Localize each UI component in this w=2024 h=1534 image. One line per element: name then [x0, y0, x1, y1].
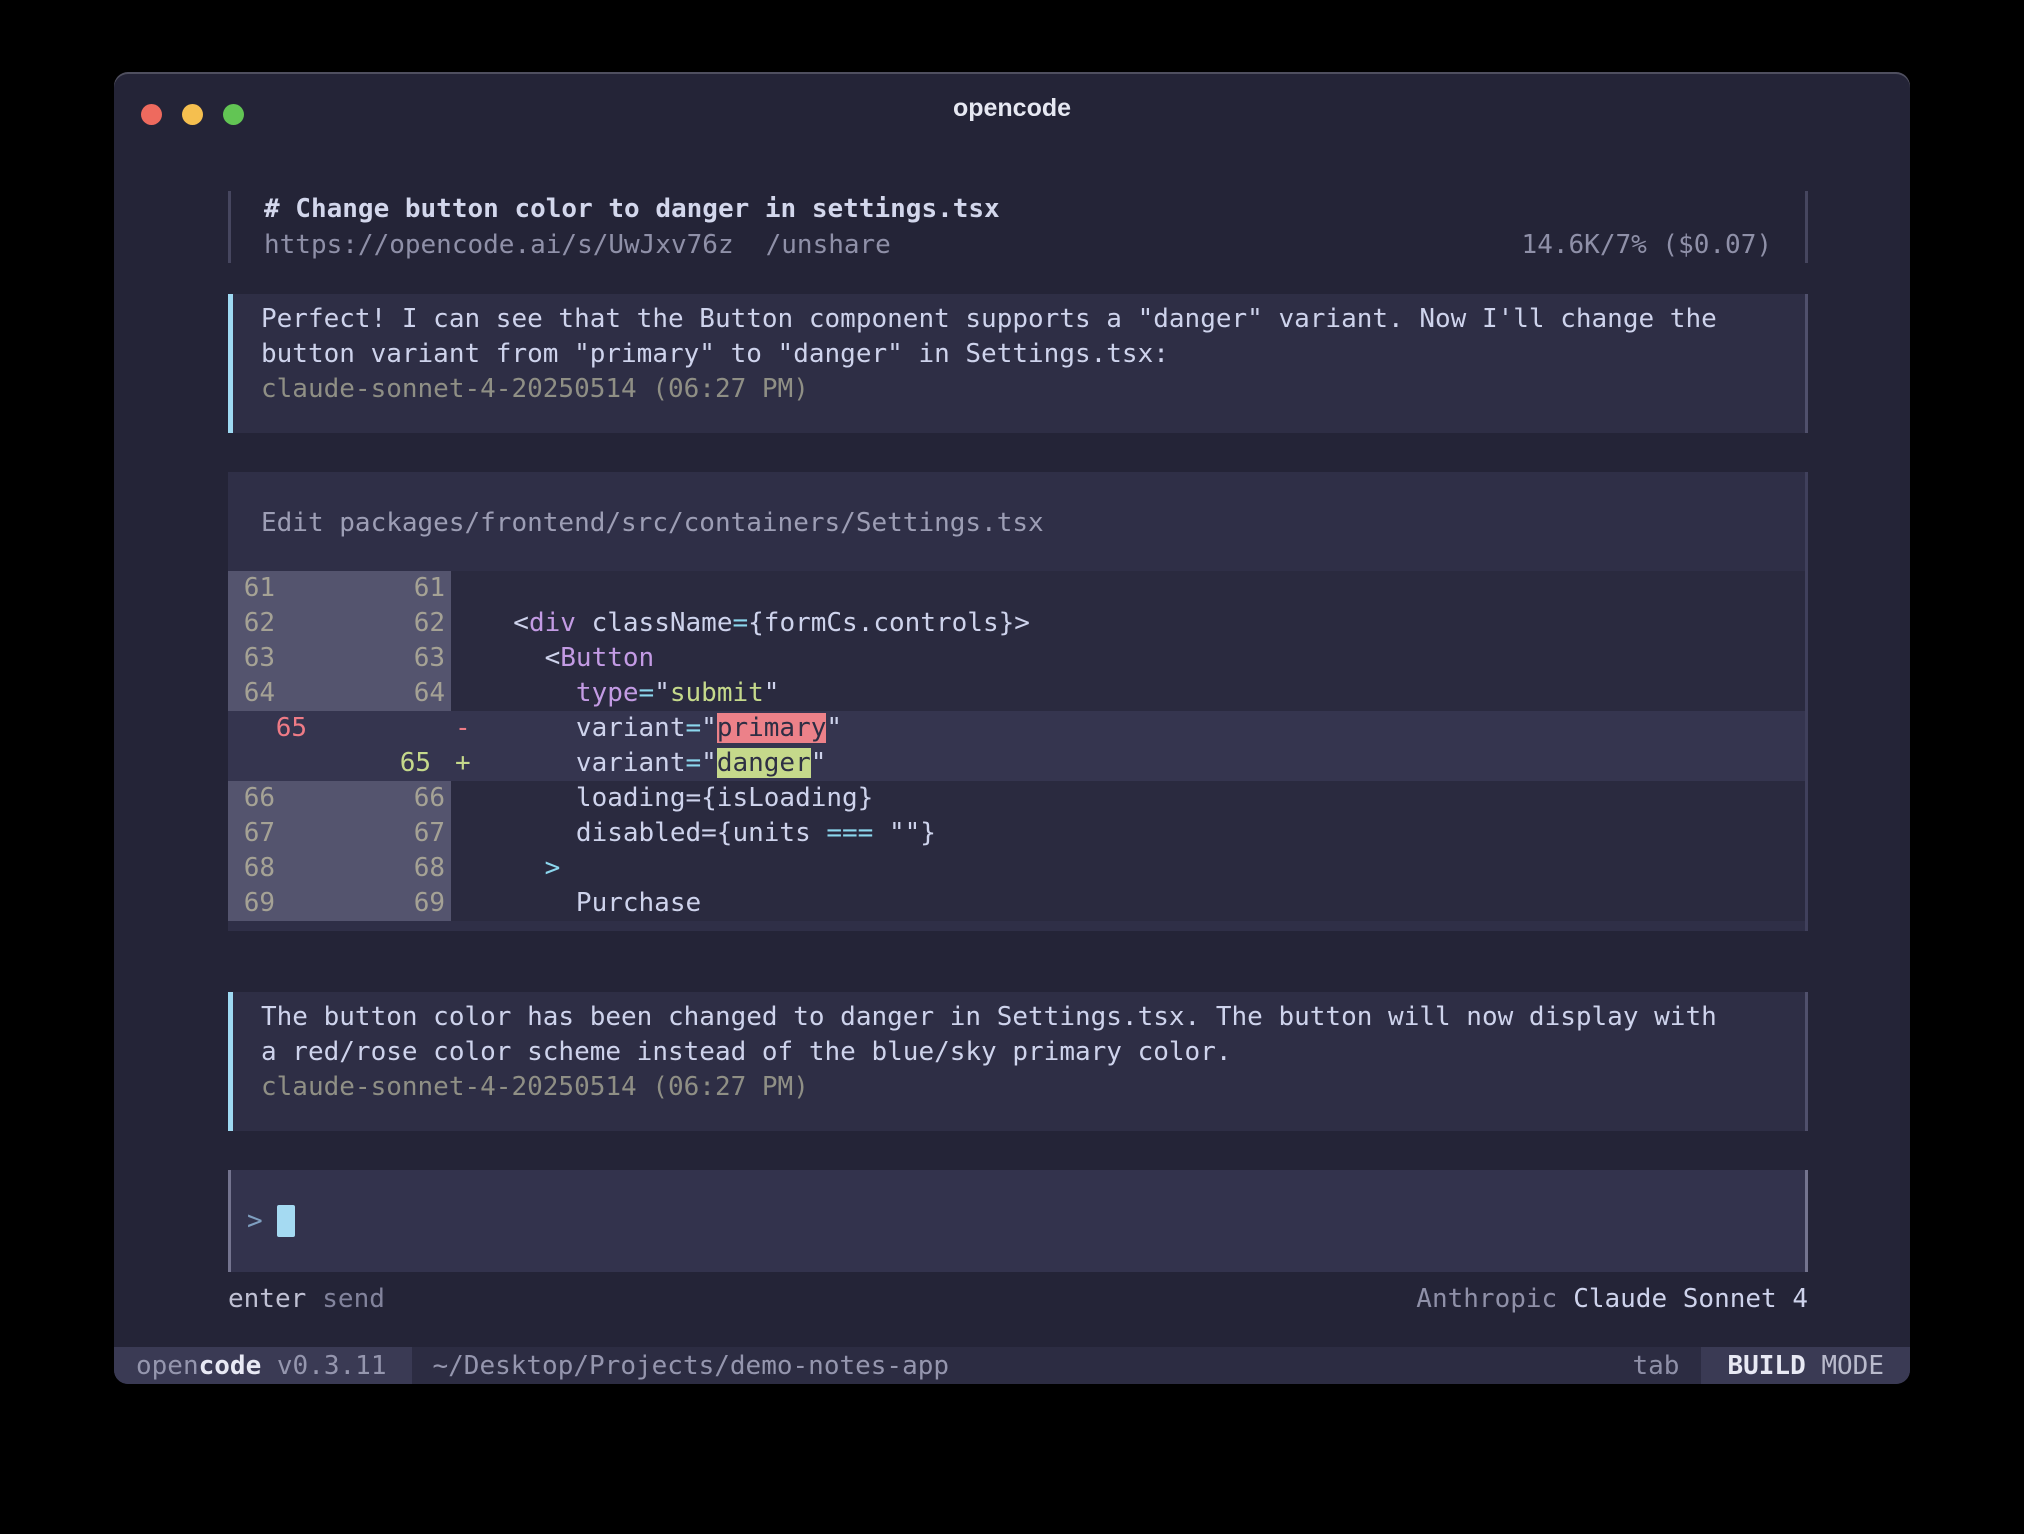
message-line: a red/rose color scheme instead of the b… [261, 1035, 1777, 1070]
diff-marker [451, 676, 482, 711]
app-version: v0.3.11 [261, 1351, 386, 1381]
new-line-number: 62 [275, 606, 451, 641]
message-line: Perfect! I can see that the Button compo… [261, 302, 1777, 337]
code-line: Purchase [482, 886, 1805, 921]
opencode-window: opencode # Change button color to danger… [114, 72, 1910, 1384]
diff-row: 6161 [228, 571, 1805, 606]
code-line: loading={isLoading} [482, 781, 1805, 816]
traffic-lights [141, 104, 244, 125]
old-line-number: 63 [228, 641, 275, 676]
share-url[interactable]: https://opencode.ai/s/UwJxv76z [264, 227, 734, 263]
new-line-number: 66 [275, 781, 451, 816]
code-line: > [482, 851, 1805, 886]
send-action-hint: send [322, 1282, 385, 1317]
diff-marker: - [451, 711, 482, 746]
token-usage-stats: 14.6K/7% ($0.07) [1522, 227, 1772, 263]
session-header: # Change button color to danger in setti… [228, 191, 1808, 263]
diff-row: 6666 loading={isLoading} [228, 781, 1805, 816]
assistant-message-1: Perfect! I can see that the Button compo… [228, 294, 1808, 433]
tab-key-hint: tab [1632, 1351, 1679, 1381]
diff-marker [451, 571, 482, 606]
minimize-button[interactable] [182, 104, 203, 125]
session-title: # Change button color to danger in setti… [264, 191, 1000, 227]
tool-call-title: Edit packages/frontend/src/containers/Se… [228, 506, 1805, 541]
old-line-number: 65 [260, 711, 307, 746]
code-line: variant="primary" [482, 711, 1805, 746]
close-button[interactable] [141, 104, 162, 125]
status-bar: opencode v0.3.11 ~/Desktop/Projects/demo… [114, 1347, 1910, 1384]
old-line-number: 69 [228, 886, 275, 921]
diff-row: 6969 Purchase [228, 886, 1805, 921]
new-line-number: 67 [275, 816, 451, 851]
diff-view: 61616262 <div className={formCs.controls… [228, 571, 1805, 921]
model-label: Claude Sonnet 4 [1573, 1282, 1808, 1317]
diff-marker [451, 816, 482, 851]
diff-row: 6363 <Button [228, 641, 1805, 676]
diff-marker [451, 641, 482, 676]
old-line-number: 61 [228, 571, 275, 606]
new-line-number: 64 [275, 676, 451, 711]
model-timestamp: claude-sonnet-4-20250514 (06:27 PM) [261, 1070, 1777, 1105]
code-line: disabled={units === ""} [482, 816, 1805, 851]
diff-marker: + [451, 746, 482, 781]
old-line-number: 68 [228, 851, 275, 886]
diff-row: 6767 disabled={units === ""} [228, 816, 1805, 851]
message-line: The button color has been changed to dan… [261, 1000, 1777, 1035]
edit-tool-call: Edit packages/frontend/src/containers/Se… [228, 472, 1808, 931]
old-line-number [228, 746, 275, 781]
prompt-symbol: > [247, 1206, 263, 1236]
diff-marker [451, 886, 482, 921]
new-line-number: 65 [275, 746, 451, 781]
diff-row: 6262 <div className={formCs.controls}> [228, 606, 1805, 641]
mode-chip[interactable]: BUILD MODE [1701, 1347, 1910, 1384]
diff-row: 65+ variant="danger" [228, 746, 1805, 781]
code-line: type="submit" [482, 676, 1805, 711]
diff-marker [451, 781, 482, 816]
unshare-action[interactable]: /unshare [766, 227, 891, 263]
old-line-number: 64 [228, 676, 275, 711]
diff-row: 6868 > [228, 851, 1805, 886]
code-line: <Button [482, 641, 1805, 676]
code-line: variant="danger" [482, 746, 1805, 781]
zoom-button[interactable] [223, 104, 244, 125]
message-line: button variant from "primary" to "danger… [261, 337, 1777, 372]
diff-marker [451, 606, 482, 641]
diff-row: 6464 type="submit" [228, 676, 1805, 711]
provider-label: Anthropic [1416, 1282, 1557, 1317]
assistant-message-2: The button color has been changed to dan… [228, 992, 1808, 1131]
help-row: enter send Anthropic Claude Sonnet 4 [228, 1282, 1808, 1317]
new-line-number: 69 [275, 886, 451, 921]
terminal-content: # Change button color to danger in setti… [114, 191, 1910, 1317]
titlebar: opencode [114, 72, 1910, 144]
code-line [482, 571, 1805, 606]
prompt-input[interactable]: > [228, 1170, 1808, 1272]
app-version-chip: opencode v0.3.11 [114, 1347, 412, 1384]
old-line-number: 66 [228, 781, 275, 816]
model-timestamp: claude-sonnet-4-20250514 (06:27 PM) [261, 372, 1777, 407]
app-name: open [136, 1351, 199, 1381]
diff-row: 65 - variant="primary" [228, 711, 1805, 746]
code-line: <div className={formCs.controls}> [482, 606, 1805, 641]
diff-marker [451, 851, 482, 886]
new-line-number: 68 [275, 851, 451, 886]
text-cursor [277, 1205, 295, 1237]
new-line-number: 63 [275, 641, 451, 676]
old-line-number: 67 [228, 816, 275, 851]
window-title: opencode [953, 94, 1071, 123]
old-line-number: 62 [228, 606, 275, 641]
working-directory: ~/Desktop/Projects/demo-notes-app [432, 1351, 949, 1381]
enter-key-hint: enter [228, 1282, 306, 1317]
new-line-number: 61 [275, 571, 451, 606]
